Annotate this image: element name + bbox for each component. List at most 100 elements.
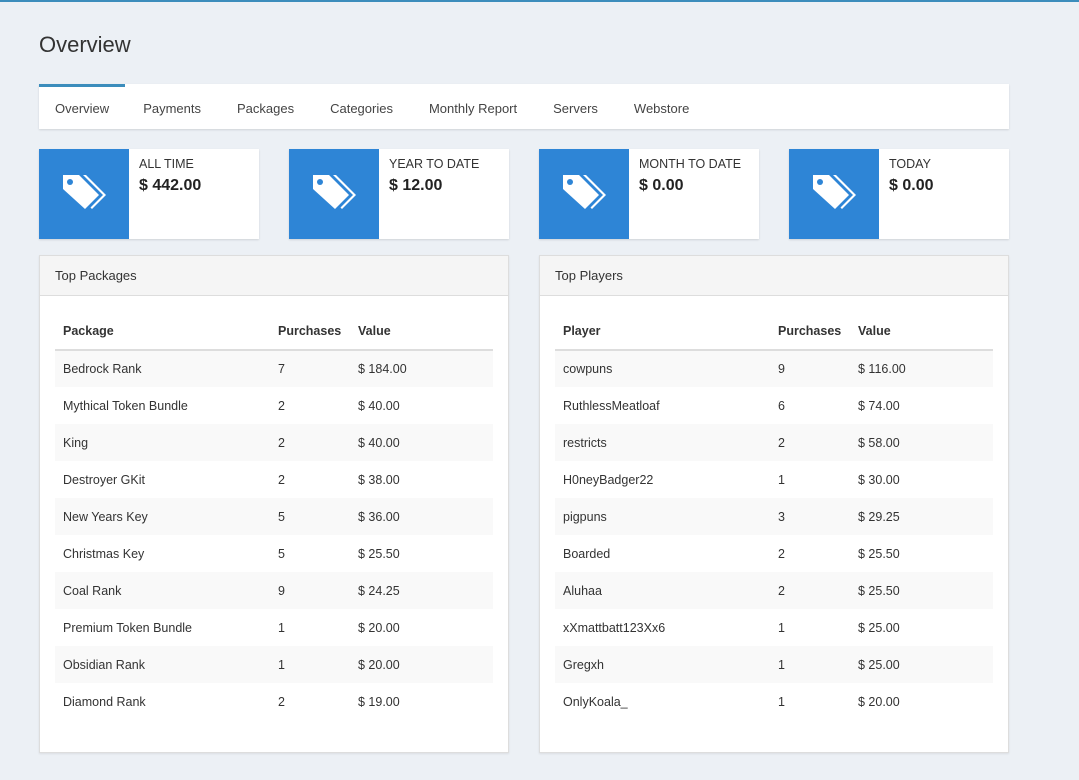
table-cell: 1 [278,620,285,635]
table-cell: OnlyKoala_ [563,694,628,709]
table-cell: Gregxh [555,646,770,683]
column-header: Purchases [770,313,850,351]
tab-payments[interactable]: Payments [125,84,219,129]
table-cell: $ 38.00 [358,472,400,487]
table-cell: Diamond Rank [63,694,146,709]
table-cell: Mythical Token Bundle [63,398,188,413]
table-cell: $ 116.00 [850,350,993,387]
table-cell: 2 [770,572,850,609]
table-cell: 1 [778,472,785,487]
table-cell: $ 58.00 [850,424,993,461]
page-title: Overview [39,32,131,57]
table-cell: 9 [770,350,850,387]
top-packages-panel: Top Packages Package Purchases Value Bed… [39,255,509,753]
top-players-panel: Top Players Player Purchases Value cowpu… [539,255,1009,753]
table-row: Coal Rank 9 $ 24.25 [55,572,493,609]
table-row: OnlyKoala_ 1 $ 20.00 [555,683,993,720]
tags-icon [39,149,129,239]
stat-today: TODAY $ 0.00 [789,149,1009,239]
table-cell: Destroyer GKit [63,472,145,487]
table-cell: Premium Token Bundle [63,620,193,635]
table-row: Gregxh 1 $ 25.00 [555,646,993,683]
table-cell: cowpuns [555,350,770,387]
table-row: cowpuns 9 $ 116.00 [555,350,993,387]
table-cell: $ 184.00 [350,350,493,387]
tab-overview[interactable]: Overview [39,84,126,129]
table-row: Premium Token Bundle 1 $ 20.00 [55,609,493,646]
table-row: Bedrock Rank 7 $ 184.00 [55,350,493,387]
tab-servers[interactable]: Servers [535,84,616,129]
table-cell: 1 [270,646,350,683]
stat-month-to-date: MONTH TO DATE $ 0.00 [539,149,759,239]
table-cell: 2 [770,424,850,461]
stat-value: $ 0.00 [639,177,684,194]
table-cell: H0neyBadger22 [563,472,654,487]
stat-value: $ 442.00 [139,177,202,194]
table-cell: 1 [778,694,785,709]
table-cell: Bedrock Rank [55,350,270,387]
tags-icon [289,149,379,239]
top-players-table: Player Purchases Value cowpuns 9 $ 116.00 R… [555,313,993,720]
table-cell: 6 [778,398,785,413]
table-row: New Years Key 5 $ 36.00 [55,498,493,535]
table-row: Aluhaa 2 $ 25.50 [555,572,993,609]
table-cell: 5 [270,498,350,535]
table-cell: $ 20.00 [350,646,493,683]
table-row: King 2 $ 40.00 [55,424,493,461]
table-row: RuthlessMeatloaf 6 $ 74.00 [555,387,993,424]
top-packages-table: Package Purchases Value Bedrock Rank 7 $ 1… [55,313,493,720]
stat-all-time: ALL TIME $ 442.00 [39,149,259,239]
stat-label: MONTH TO DATE [639,157,742,171]
table-cell: 2 [278,694,285,709]
column-header: Value [350,313,493,351]
column-header: Purchases [270,313,350,351]
tab-packages[interactable]: Packages [219,84,312,129]
stat-value: $ 0.00 [889,177,934,194]
table-cell: 1 [770,646,850,683]
table-row: Obsidian Rank 1 $ 20.00 [55,646,493,683]
table-header-row: Player Purchases Value [555,313,993,351]
stat-label: YEAR TO DATE [389,157,480,171]
column-header: Value [850,313,993,351]
table-cell: pigpuns [555,498,770,535]
table-row: restricts 2 $ 58.00 [555,424,993,461]
panel-title: Top Packages [40,256,508,296]
stat-label: TODAY [889,157,931,171]
tab-monthly-report[interactable]: Monthly Report [411,84,535,129]
table-cell: Obsidian Rank [55,646,270,683]
table-cell: 7 [270,350,350,387]
table-cell: 2 [278,472,285,487]
table-cell: 5 [278,546,285,561]
table-cell: Coal Rank [55,572,270,609]
table-cell: 1 [778,620,785,635]
table-cell: $ 20.00 [858,694,900,709]
nav-tabs: Overview Payments Packages Categories Mo… [39,84,1009,129]
table-cell: $ 25.50 [850,572,993,609]
table-row: Destroyer GKit 2 $ 38.00 [55,461,493,498]
tab-webstore[interactable]: Webstore [616,84,707,129]
table-cell: 3 [770,498,850,535]
table-cell: $ 25.50 [358,546,400,561]
table-cell: 2 [778,546,785,561]
stat-year-to-date: YEAR TO DATE $ 12.00 [289,149,509,239]
tab-categories[interactable]: Categories [312,84,411,129]
table-row: Boarded 2 $ 25.50 [555,535,993,572]
panel-title: Top Players [540,256,1008,296]
column-header: Package [55,313,270,351]
table-cell: Boarded [563,546,611,561]
table-cell: $ 24.25 [350,572,493,609]
table-cell: $ 29.25 [850,498,993,535]
table-cell: Christmas Key [63,546,145,561]
table-cell: $ 40.00 [350,424,493,461]
tags-icon [539,149,629,239]
table-cell: 2 [270,424,350,461]
table-row: xXmattbatt123Xx6 1 $ 25.00 [555,609,993,646]
table-cell: 9 [270,572,350,609]
table-row: Christmas Key 5 $ 25.50 [55,535,493,572]
table-cell: $ 19.00 [358,694,400,709]
table-row: H0neyBadger22 1 $ 30.00 [555,461,993,498]
table-row: pigpuns 3 $ 29.25 [555,498,993,535]
table-row: Diamond Rank 2 $ 19.00 [55,683,493,720]
column-header: Player [555,313,770,351]
table-cell: $ 25.00 [850,646,993,683]
